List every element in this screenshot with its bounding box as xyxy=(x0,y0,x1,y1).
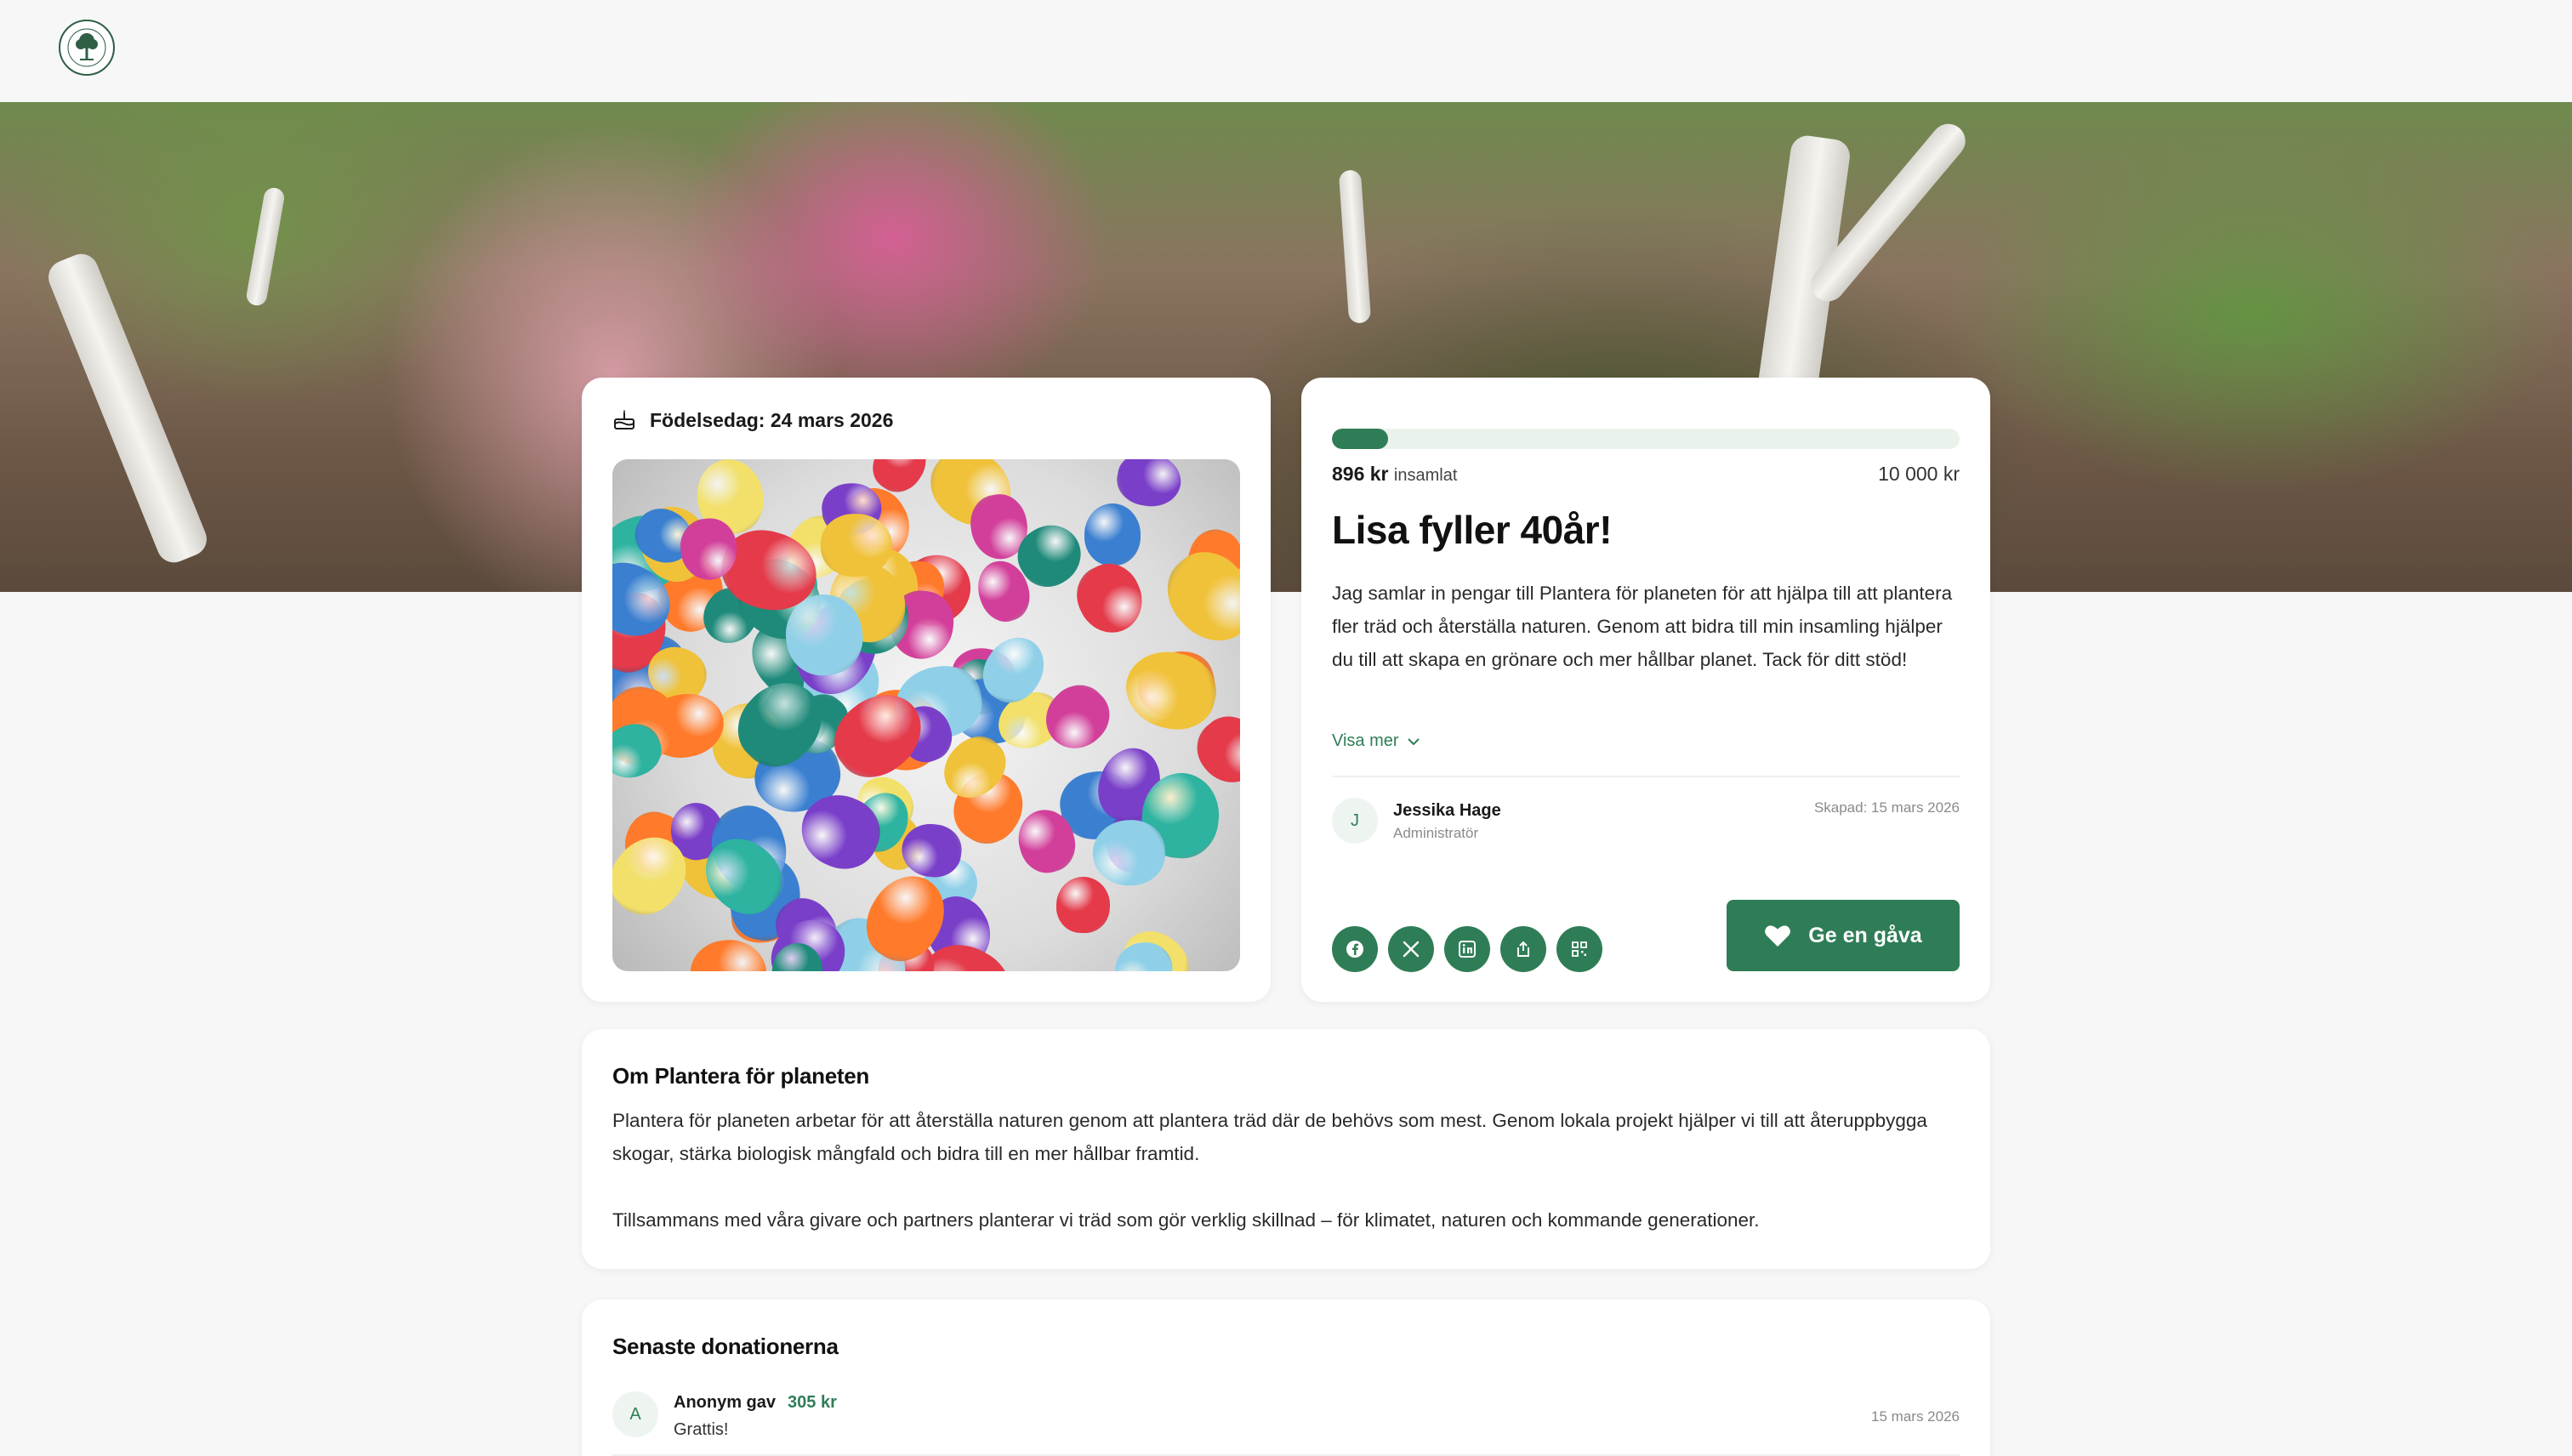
progress-bar-fill xyxy=(1332,429,1389,449)
raised-label: insamlat xyxy=(1393,466,1458,485)
share-facebook-button[interactable] xyxy=(1332,926,1378,972)
goal-amount: 10 000 kr xyxy=(1878,463,1960,485)
balloons-photo xyxy=(612,459,1240,971)
raised-amount: 896 kr xyxy=(1332,463,1389,485)
balloon-shape xyxy=(820,514,892,577)
event-card: Födelsedag: 24 mars 2026 xyxy=(582,378,1271,1002)
share-icon xyxy=(1517,941,1529,957)
give-gift-button[interactable]: Ge en gåva xyxy=(1727,900,1960,971)
share-button[interactable] xyxy=(1500,926,1546,972)
hero-image xyxy=(0,102,2572,592)
about-paragraph: Tillsammans med våra givare och partners… xyxy=(612,1209,1760,1231)
raised-amount-text: 896 kr insamlat xyxy=(1332,463,1457,486)
share-linkedin-button[interactable] xyxy=(1444,926,1490,972)
fundraiser-card: 896 kr insamlat 10 000 kr Lisa fyller 40… xyxy=(1301,378,1990,1002)
progress-bar xyxy=(1332,429,1960,449)
balloon-shape xyxy=(1112,459,1186,512)
donations-title: Senaste donationerna xyxy=(612,1334,839,1359)
divider xyxy=(1332,776,1960,777)
fundraiser-description: Jag samlar in pengar till Plantera för p… xyxy=(1332,583,1953,670)
donor-avatar: A xyxy=(612,1391,658,1437)
linkedin-icon xyxy=(1459,941,1476,958)
share-x-button[interactable] xyxy=(1388,926,1434,972)
admin-avatar: J xyxy=(1332,798,1378,844)
donation-amount: 305 kr xyxy=(788,1393,837,1412)
facebook-icon xyxy=(1346,941,1363,958)
share-buttons xyxy=(1332,926,1602,972)
cake-icon xyxy=(614,410,634,429)
balloon-shape xyxy=(1084,503,1141,566)
about-title: Om Plantera för planeten xyxy=(612,1063,869,1089)
balloon-shape xyxy=(1091,818,1167,887)
qr-code-icon xyxy=(1572,941,1587,957)
balloon-shape xyxy=(1033,673,1122,762)
give-gift-label: Ge en gåva xyxy=(1808,923,1922,947)
admin-name: Jessika Hage xyxy=(1393,801,1501,820)
admin-initial: J xyxy=(1351,810,1359,830)
donation-date: 15 mars 2026 xyxy=(1871,1408,1960,1425)
balloon-shape xyxy=(1056,876,1112,935)
created-date: Skapad: 15 mars 2026 xyxy=(1813,799,1960,816)
x-icon xyxy=(1403,941,1420,958)
donor-name-text: Anonym gav xyxy=(674,1393,777,1412)
about-paragraph: Plantera för planeten arbetar för att åt… xyxy=(612,1110,1927,1164)
admin-role: Administratör xyxy=(1393,825,1479,841)
about-card: Om Plantera för planeten Plantera för pl… xyxy=(582,1029,1990,1269)
logo-icon[interactable] xyxy=(58,19,116,77)
donations-card: Senaste donationerna A Anonym gav 305 kr … xyxy=(582,1300,1990,1456)
donor-name: Anonym gav 305 kr xyxy=(674,1393,837,1413)
fundraiser-title: Lisa fyller 40år! xyxy=(1332,508,1613,552)
qr-code-button[interactable] xyxy=(1556,926,1602,972)
event-header: Födelsedag: 24 mars 2026 xyxy=(612,408,893,432)
heart-icon xyxy=(1765,925,1791,947)
balloon-shape xyxy=(1067,554,1153,644)
top-bar xyxy=(0,0,2572,102)
show-more-label: Visa mer xyxy=(1332,731,1399,750)
event-occasion-label: Födelsedag: 24 mars 2026 xyxy=(650,408,894,431)
about-text: Plantera för planeten arbetar för att åt… xyxy=(612,1104,1939,1237)
chevron-down-icon xyxy=(1407,737,1420,745)
donation-message: Grattis! xyxy=(674,1420,729,1439)
show-more-button[interactable]: Visa mer xyxy=(1332,731,1421,751)
balloon-shape xyxy=(1118,642,1224,738)
donor-initial: A xyxy=(629,1404,641,1424)
donation-row: A Anonym gav 305 kr Grattis! 15 mars 2026 xyxy=(612,1388,1960,1456)
